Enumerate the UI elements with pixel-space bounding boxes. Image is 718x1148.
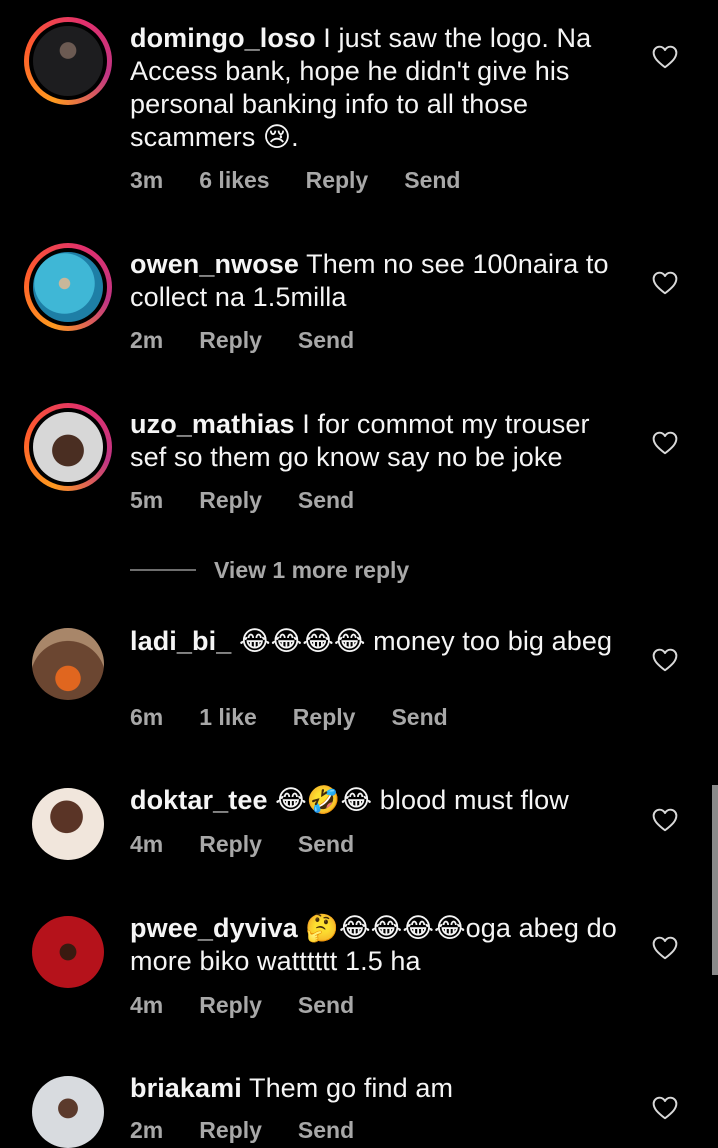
comment-username[interactable]: uzo_mathias <box>130 409 295 439</box>
comment-time: 4m <box>130 992 164 1018</box>
comment-time: 6m <box>130 704 164 730</box>
comment-time: 3m <box>130 167 164 193</box>
comment-meta: 2m Reply Send <box>130 1117 390 1144</box>
send-button[interactable]: Send <box>391 704 447 731</box>
comment-meta: 4m Reply Send <box>130 831 390 858</box>
reply-button[interactable]: Reply <box>199 487 262 514</box>
comment-time: 2m <box>130 327 164 353</box>
heart-icon[interactable] <box>652 648 678 672</box>
reply-button[interactable]: Reply <box>293 704 356 731</box>
view-more-replies[interactable]: View 1 more reply <box>130 556 409 584</box>
comment-body: domingo_loso I just saw the logo. Na Acc… <box>130 22 630 154</box>
comment-time: 2m <box>130 1117 164 1143</box>
comment-username[interactable]: pwee_dyviva <box>130 913 298 943</box>
heart-icon[interactable] <box>652 271 678 295</box>
reply-button[interactable]: Reply <box>199 1117 262 1144</box>
avatar[interactable] <box>24 17 112 105</box>
reply-button[interactable]: Reply <box>199 992 262 1019</box>
comment-username[interactable]: ladi_bi_ <box>130 626 231 656</box>
view-more-label[interactable]: View 1 more reply <box>214 557 409 584</box>
send-button[interactable]: Send <box>298 487 354 514</box>
send-button[interactable]: Send <box>298 831 354 858</box>
send-button[interactable]: Send <box>404 167 460 194</box>
comment-username[interactable]: domingo_loso <box>130 23 316 53</box>
comment-body: ladi_bi_ 😂😂😂😂 money too big abeg <box>130 625 630 658</box>
comment-likes[interactable]: 6 likes <box>199 167 269 194</box>
send-button[interactable]: Send <box>298 992 354 1019</box>
comment-username[interactable]: doktar_tee <box>130 785 268 815</box>
comment-meta: 5m Reply Send <box>130 487 390 514</box>
reply-button[interactable]: Reply <box>199 831 262 858</box>
avatar[interactable] <box>24 403 112 491</box>
comment-body: owen_nwose Them no see 100naira to colle… <box>130 248 630 314</box>
avatar[interactable] <box>32 1076 104 1148</box>
comment-body: pwee_dyviva 🤔😂😂😂😂oga abeg do more biko w… <box>130 912 630 978</box>
avatar[interactable] <box>24 243 112 331</box>
send-button[interactable]: Send <box>298 1117 354 1144</box>
reply-button[interactable]: Reply <box>199 327 262 354</box>
scrollbar[interactable] <box>712 785 718 975</box>
avatar[interactable] <box>32 628 104 700</box>
avatar[interactable] <box>32 788 104 860</box>
heart-icon[interactable] <box>652 45 678 69</box>
heart-icon[interactable] <box>652 808 678 832</box>
comment-meta: 4m Reply Send <box>130 992 390 1019</box>
comment-body: uzo_mathias I for commot my trouser sef … <box>130 408 630 474</box>
heart-icon[interactable] <box>652 1096 678 1120</box>
comment-text: Them go find am <box>241 1073 454 1103</box>
reply-button[interactable]: Reply <box>306 167 369 194</box>
send-button[interactable]: Send <box>298 327 354 354</box>
heart-icon[interactable] <box>652 936 678 960</box>
comment-text: 😂😂😂😂 money too big abeg <box>231 626 613 656</box>
comment-meta: 3m 6 likes Reply Send <box>130 167 496 194</box>
comment-time: 5m <box>130 487 164 513</box>
comment-meta: 2m Reply Send <box>130 327 390 354</box>
comment-likes[interactable]: 1 like <box>199 704 257 731</box>
comment-text: 😂🤣😂 blood must flow <box>267 785 569 815</box>
comment-body: briakami Them go find am <box>130 1072 630 1105</box>
comment-time: 4m <box>130 831 164 857</box>
comment-username[interactable]: briakami <box>130 1073 242 1103</box>
avatar[interactable] <box>32 916 104 988</box>
comment-username[interactable]: owen_nwose <box>130 249 299 279</box>
divider <box>130 569 196 571</box>
comment-meta: 6m 1 like Reply Send <box>130 704 484 731</box>
comment-body: doktar_tee 😂🤣😂 blood must flow <box>130 784 630 817</box>
heart-icon[interactable] <box>652 431 678 455</box>
